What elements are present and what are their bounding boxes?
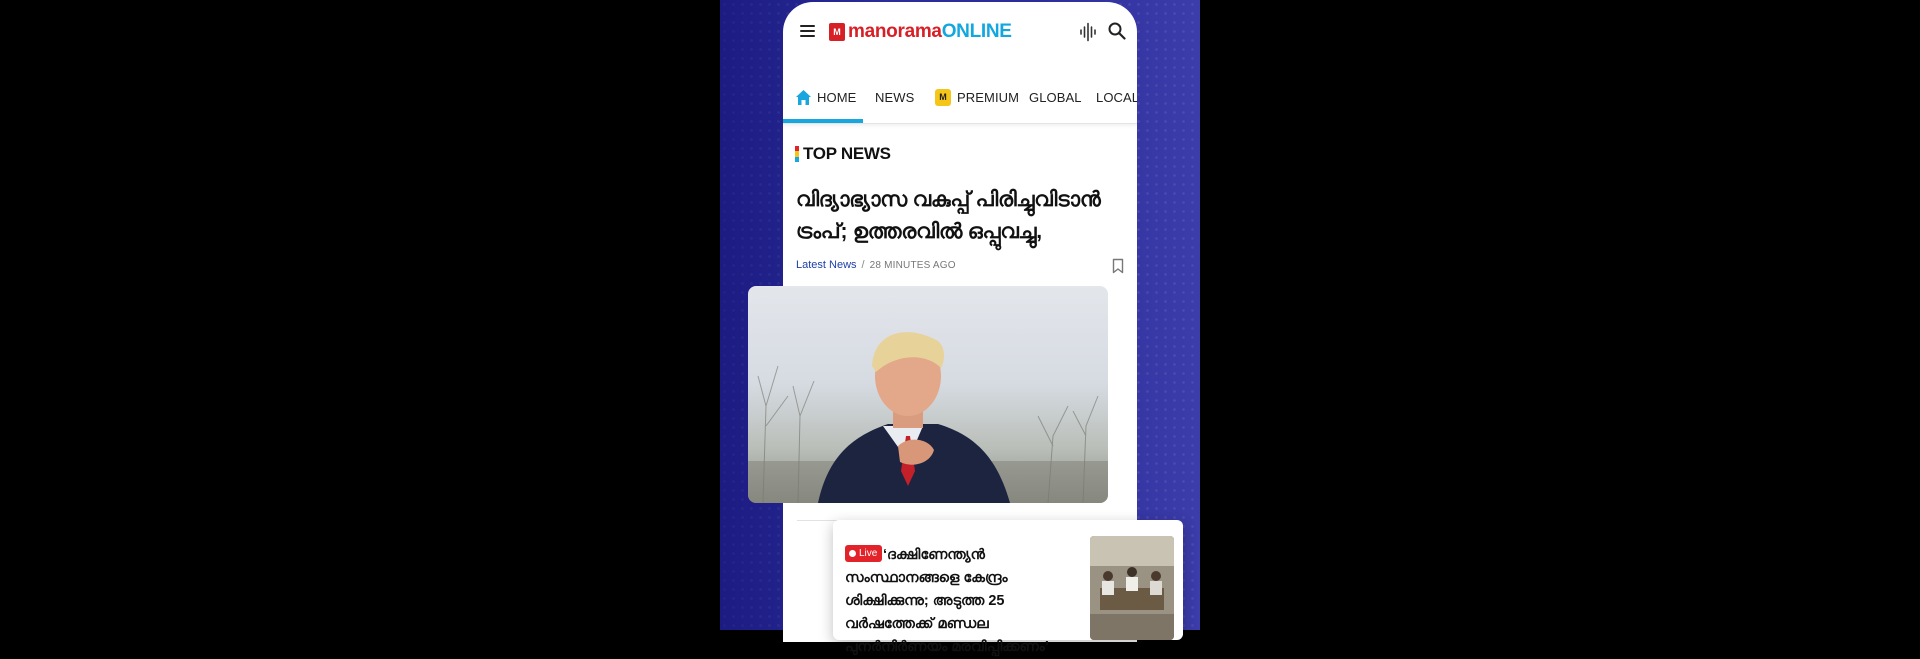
search-icon[interactable] — [1108, 22, 1126, 40]
bookmark-icon[interactable] — [1112, 258, 1124, 274]
logo-suffix: ONLINE — [941, 21, 1012, 42]
live-story-headline: ‘ദക്ഷിണേന്ത്യൻ സംസ്ഥാനങ്ങളെ കേന്ദ്രം ശിക… — [845, 547, 1049, 655]
live-story-thumbnail — [1090, 536, 1174, 640]
tab-global-label: GLOBAL — [1029, 89, 1082, 105]
audio-wave-icon[interactable] — [1079, 22, 1097, 42]
live-story-card[interactable]: Live ‘ദക്ഷിണേന്ത്യൻ സംസ്ഥാനങ്ങളെ കേന്ദ്ര… — [833, 520, 1183, 655]
premium-badge-icon: M — [935, 88, 951, 106]
tab-local-label: LOCAL — [1096, 89, 1137, 105]
tab-local[interactable]: LOCAL — [1096, 82, 1137, 112]
top-story-image[interactable] — [748, 286, 1108, 503]
section-marker-icon — [795, 146, 799, 162]
hamburger-menu-icon[interactable] — [800, 25, 815, 37]
tab-home[interactable]: HOME — [795, 82, 856, 112]
tab-premium[interactable]: M PREMIUM — [935, 82, 1019, 112]
tab-news[interactable]: NEWS — [875, 82, 914, 112]
app-header: M manorama ONLINE — [783, 2, 1137, 62]
site-logo[interactable]: M manorama ONLINE — [829, 21, 1012, 43]
logo-mark: M — [829, 23, 845, 41]
top-story-headline[interactable]: വിദ്യാഭ്യാസ വകുപ്പ് പിരിച്ചുവിടാൻ ട്രംപ്… — [796, 184, 1106, 248]
tab-global[interactable]: GLOBAL — [1029, 82, 1082, 112]
section-heading: TOP NEWS — [795, 144, 891, 164]
section-title: TOP NEWS — [803, 144, 891, 163]
home-icon — [796, 89, 811, 105]
tab-news-label: NEWS — [875, 89, 915, 105]
meeting-photo — [1090, 536, 1174, 640]
tab-premium-label: PREMIUM — [957, 89, 1020, 105]
story-timestamp: 28 MINUTES AGO — [869, 259, 956, 271]
tab-home-label: HOME — [817, 89, 857, 105]
logo-brand: manorama — [848, 21, 942, 42]
active-tab-indicator — [783, 119, 863, 123]
story-photo — [748, 332, 1108, 503]
meta-separator: / — [861, 259, 865, 271]
nav-tabs: HOME NEWS M PREMIUM GLOBAL LOCAL — [783, 67, 1137, 124]
story-category-link[interactable]: Latest News — [796, 259, 857, 271]
story-meta: Latest News / 28 MINUTES AGO — [796, 259, 956, 271]
